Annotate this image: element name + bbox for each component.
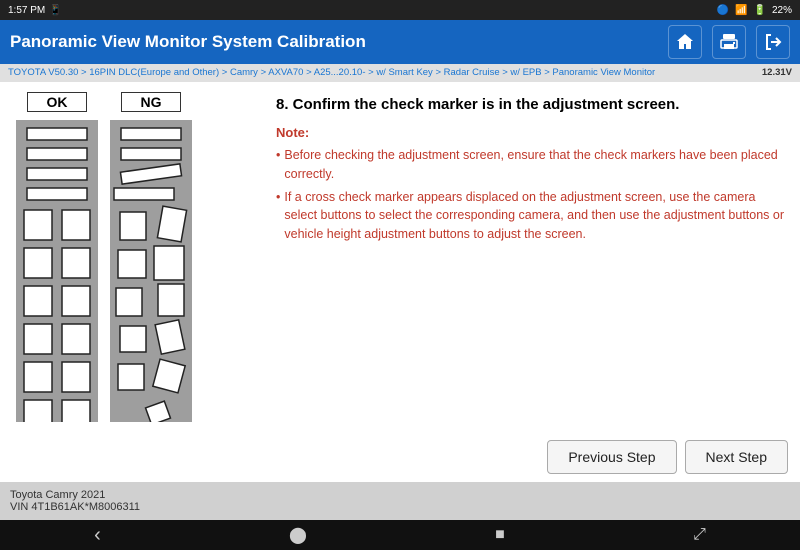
bullet-1-text: Before checking the adjustment screen, e… xyxy=(284,146,784,184)
voltage-display: 12.31V xyxy=(762,66,792,80)
bottom-bar: Previous Step Next Step xyxy=(0,432,800,482)
status-icons: 🔵 📶 🔋 22% xyxy=(717,5,792,16)
header: Panoramic View Monitor System Calibratio… xyxy=(0,20,800,64)
back-button[interactable]: ‹ xyxy=(94,524,101,547)
footer-line1: Toyota Camry 2021 xyxy=(10,489,790,501)
text-panel: 8. Confirm the check marker is in the ad… xyxy=(260,82,800,432)
status-bar: 1:57 PM 📱 🔵 📶 🔋 22% xyxy=(0,0,800,20)
ok-column: OK xyxy=(16,92,98,422)
home-icon[interactable] xyxy=(668,25,702,59)
bullet-1: • Before checking the adjustment screen,… xyxy=(276,146,784,184)
diagram-panel: OK xyxy=(0,82,260,432)
next-step-button[interactable]: Next Step xyxy=(685,440,788,474)
print-icon[interactable] xyxy=(712,25,746,59)
recents-button[interactable]: ■ xyxy=(495,526,505,544)
ok-label: OK xyxy=(27,92,87,112)
bullet-2: • If a cross check marker appears displa… xyxy=(276,188,784,244)
instruction-title: 8. Confirm the check marker is in the ad… xyxy=(276,94,784,115)
resize-button[interactable]: ⤢ xyxy=(693,526,706,544)
footer-line2: VIN 4T1B61AK*M8006311 xyxy=(10,501,790,513)
home-button[interactable]: ⬤ xyxy=(289,525,307,545)
breadcrumb: TOYOTA V50.30 > 16PIN DLC(Europe and Oth… xyxy=(0,64,800,82)
page-title: Panoramic View Monitor System Calibratio… xyxy=(10,32,366,52)
header-icons xyxy=(668,25,790,59)
breadcrumb-text: TOYOTA V50.30 > 16PIN DLC(Europe and Oth… xyxy=(8,66,655,80)
ok-diagram xyxy=(16,120,98,422)
footer: Toyota Camry 2021 VIN 4T1B61AK*M8006311 xyxy=(0,482,800,520)
exit-icon[interactable] xyxy=(756,25,790,59)
status-time: 1:57 PM 📱 xyxy=(8,5,62,16)
ng-label: NG xyxy=(121,92,181,112)
main-content: OK xyxy=(0,82,800,432)
previous-step-button[interactable]: Previous Step xyxy=(547,440,676,474)
note-bullets: • Before checking the adjustment screen,… xyxy=(276,146,784,244)
note-label: Note: xyxy=(276,125,784,140)
nav-bar: ‹ ⬤ ■ ⤢ xyxy=(0,520,800,550)
ng-diagram xyxy=(110,120,192,422)
ng-column: NG xyxy=(110,92,192,422)
bullet-2-text: If a cross check marker appears displace… xyxy=(284,188,784,244)
